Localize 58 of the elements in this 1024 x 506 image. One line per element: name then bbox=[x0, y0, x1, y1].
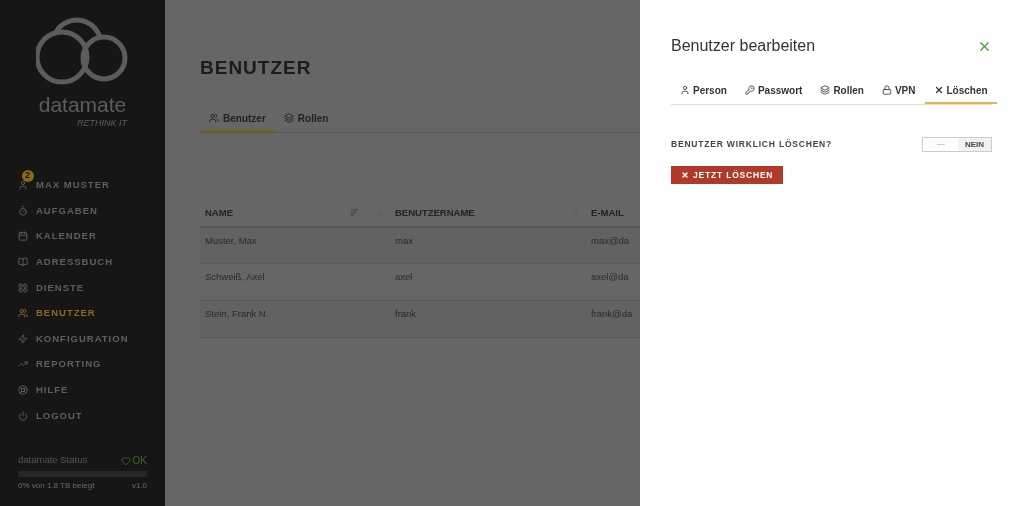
users-icon bbox=[209, 113, 219, 123]
notification-badge: 2 bbox=[22, 169, 34, 182]
storage-usage: 0% von 1.8 TB belegt bbox=[18, 480, 95, 492]
logo-icon bbox=[35, 16, 130, 86]
nav-item[interactable]: ADRESSBUCH bbox=[18, 249, 165, 275]
calendar-icon bbox=[18, 231, 28, 242]
column-header[interactable]: NAME bbox=[200, 200, 390, 227]
brand-tagline: RETHINK IT bbox=[77, 117, 127, 130]
nav-item[interactable]: LOGOUT bbox=[18, 402, 165, 429]
tab[interactable]: Person bbox=[671, 78, 736, 104]
table-cell: axel@da bbox=[586, 263, 640, 301]
table-cell: axel bbox=[390, 263, 586, 301]
nav-item[interactable]: DIENSTE bbox=[18, 274, 165, 301]
lifebuoy-icon bbox=[18, 385, 28, 396]
close-icon bbox=[933, 85, 944, 95]
nav-item[interactable]: BENUTZER bbox=[18, 300, 165, 327]
close-icon bbox=[681, 171, 689, 179]
power-icon bbox=[18, 410, 28, 421]
heart-icon bbox=[120, 455, 131, 466]
user-icon bbox=[680, 85, 690, 95]
layers-icon bbox=[820, 85, 831, 95]
key-icon bbox=[744, 85, 755, 95]
lock-icon bbox=[881, 85, 892, 95]
users-icon bbox=[18, 308, 28, 319]
nav-item[interactable]: KONFIGURATION bbox=[18, 326, 165, 352]
delete-question: BENUTZER WIRKLICH LÖSCHEN? bbox=[671, 138, 833, 151]
lightning-icon bbox=[18, 333, 28, 344]
delete-button[interactable]: JETZT LÖSCHEN bbox=[671, 166, 784, 184]
version-label: v1.0 bbox=[131, 480, 147, 492]
tab[interactable]: VPN bbox=[872, 78, 925, 104]
user-icon bbox=[18, 180, 28, 191]
column-header[interactable]: BENUTZERNAME bbox=[390, 200, 586, 227]
timer-icon bbox=[18, 205, 28, 216]
close-button[interactable] bbox=[977, 39, 992, 54]
brand-name: datamate bbox=[38, 94, 127, 115]
tab[interactable]: Rollen bbox=[811, 78, 873, 104]
layers-icon bbox=[283, 113, 294, 123]
nav-item[interactable]: KALENDER bbox=[18, 223, 165, 250]
nav-item[interactable]: HILFE bbox=[18, 377, 165, 403]
nav-item[interactable]: AUFGABEN bbox=[18, 198, 165, 224]
nav-item[interactable]: MAX MUSTER 2 bbox=[18, 172, 165, 199]
sort-icon bbox=[349, 208, 359, 218]
tab[interactable]: Löschen bbox=[924, 78, 997, 104]
tab[interactable]: Benutzer bbox=[200, 106, 275, 132]
column-header[interactable]: E-MAIL bbox=[586, 200, 640, 227]
status-label: datamate Status bbox=[18, 453, 88, 468]
tab[interactable]: Rollen bbox=[274, 106, 338, 132]
status-ok: OK bbox=[120, 453, 147, 468]
grid-icon bbox=[18, 282, 28, 293]
tab[interactable]: Passwort bbox=[735, 78, 812, 104]
table-cell: max@da bbox=[586, 226, 640, 264]
book-icon bbox=[18, 257, 28, 268]
table-cell: max bbox=[390, 226, 586, 264]
nav-item[interactable]: REPORTING bbox=[18, 351, 165, 378]
page-title: BENUTZER bbox=[200, 56, 313, 80]
drawer-title: Benutzer bearbeiten bbox=[671, 36, 816, 56]
trend-icon bbox=[18, 359, 28, 370]
toggle-switch[interactable]: NEIN bbox=[922, 137, 992, 152]
